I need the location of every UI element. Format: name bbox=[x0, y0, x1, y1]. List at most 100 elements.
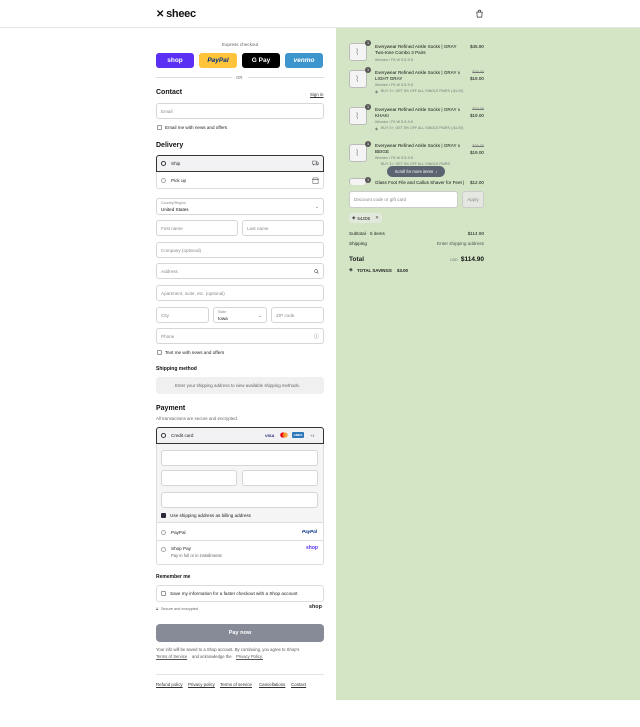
chevron-down-icon: ⌄ bbox=[315, 204, 319, 209]
last-name-field[interactable]: Last name bbox=[242, 220, 324, 236]
pickup-label: Pick up bbox=[171, 178, 187, 183]
first-name-field[interactable]: First name bbox=[156, 220, 238, 236]
save-info-checkbox[interactable] bbox=[161, 591, 166, 596]
x-icon: ✕ bbox=[156, 8, 165, 20]
country-label: Country/Region bbox=[161, 201, 186, 205]
visa-icon: VISA bbox=[265, 433, 275, 438]
name-on-card-field[interactable] bbox=[161, 492, 318, 508]
amex-icon: AMEX bbox=[292, 432, 304, 438]
google-pay-button[interactable]: G Pay bbox=[242, 53, 280, 68]
first-name-placeholder: First name bbox=[161, 226, 183, 231]
product-thumbnail: ⌇ bbox=[349, 70, 367, 88]
address-field[interactable]: Address bbox=[156, 263, 324, 279]
quantity-badge: 1 bbox=[365, 104, 371, 110]
security-code-field[interactable] bbox=[242, 470, 318, 486]
remember-heading: Remember me bbox=[156, 574, 191, 580]
shop-pay-subtitle: Pay in full or in installments bbox=[171, 553, 222, 558]
terms-link[interactable]: Terms of Service bbox=[156, 654, 187, 659]
state-select[interactable]: State Iowa ⌄ bbox=[213, 307, 267, 323]
shop-pay-label: Shop Pay bbox=[171, 546, 191, 551]
secure-label: Secure and encrypted bbox=[161, 607, 199, 611]
currency-label: USD bbox=[450, 258, 459, 262]
help-icon[interactable]: ⓘ bbox=[314, 333, 319, 340]
shop-pay-radio[interactable] bbox=[161, 547, 166, 552]
product-name: Everywear Refined Ankle Socks | GRAY x L… bbox=[375, 70, 461, 81]
compare-price: $20.00 bbox=[472, 70, 484, 74]
close-icon[interactable]: ✕ bbox=[375, 215, 379, 221]
product-variant: Women / Fit W 5.5-9.5 bbox=[375, 83, 413, 87]
quantity-badge: 1 bbox=[365, 67, 371, 73]
phone-field[interactable]: Phone ⓘ bbox=[156, 328, 324, 344]
zip-field[interactable]: ZIP code bbox=[271, 307, 324, 323]
email-field[interactable]: Email bbox=[156, 103, 324, 119]
phone-placeholder: Phone bbox=[161, 334, 175, 339]
last-name-placeholder: Last name bbox=[247, 226, 269, 231]
mastercard-icon bbox=[280, 432, 288, 438]
email-news-label: Email me with news and offers bbox=[165, 125, 228, 130]
truck-icon bbox=[312, 160, 319, 166]
shop-pay-button[interactable]: shop bbox=[156, 53, 194, 68]
ship-radio[interactable] bbox=[161, 161, 166, 166]
contact-heading: Contact bbox=[156, 89, 183, 96]
credit-card-label: Credit card bbox=[171, 433, 194, 438]
product-price: $12.00 bbox=[469, 180, 484, 185]
city-field[interactable]: City bbox=[156, 307, 209, 323]
apartment-placeholder: Apartment, suite, etc. (optional) bbox=[161, 291, 225, 296]
total-value: $114.90 bbox=[460, 256, 484, 263]
discount-placeholder: Discount code or gift card bbox=[354, 197, 407, 202]
site-header: ✕ sheec bbox=[0, 0, 640, 28]
sign-in-link[interactable]: Sign in bbox=[310, 92, 323, 97]
footer-link-terms[interactable]: Terms of service bbox=[220, 682, 252, 687]
email-news-checkbox[interactable] bbox=[157, 125, 162, 130]
quantity-badge: 1 bbox=[365, 40, 371, 46]
save-info-label: Save my information for a faster checkou… bbox=[170, 591, 298, 596]
venmo-button[interactable]: venmo bbox=[285, 53, 323, 68]
paypal-logo: PayPal bbox=[302, 529, 318, 534]
privacy-link[interactable]: Privacy Policy. bbox=[236, 654, 263, 659]
subtotal-value: $114.90 bbox=[467, 231, 484, 236]
credit-card-radio[interactable] bbox=[161, 433, 166, 438]
store-icon bbox=[312, 177, 319, 184]
email-placeholder: Email bbox=[161, 109, 173, 114]
shipping-value: Enter shipping address bbox=[437, 241, 484, 246]
apartment-field[interactable]: Apartment, suite, etc. (optional) bbox=[156, 285, 324, 301]
product-price: $19.00 bbox=[469, 150, 484, 155]
expiration-field[interactable] bbox=[161, 470, 237, 486]
apply-button[interactable]: Apply bbox=[462, 191, 484, 208]
footer-link-privacy[interactable]: Privacy policy bbox=[188, 682, 215, 687]
compare-price: $20.00 bbox=[472, 107, 484, 111]
brand-name: sheec bbox=[166, 8, 196, 20]
pickup-radio[interactable] bbox=[161, 178, 166, 183]
pay-now-button[interactable]: Pay now bbox=[156, 624, 324, 642]
discount-tag: ◈ 54JD5 ✕ bbox=[349, 213, 382, 223]
country-select[interactable]: Country/Region United States ⌄ bbox=[156, 198, 324, 215]
footer-link-refund[interactable]: Refund policy bbox=[156, 682, 183, 687]
billing-same-checkbox[interactable] bbox=[161, 513, 166, 518]
product-discount: BUY 3+, GET 5% OFF ALL SINGLE PAIRS (-$1… bbox=[381, 89, 464, 93]
delivery-heading: Delivery bbox=[156, 142, 184, 149]
divider bbox=[156, 674, 324, 675]
shipping-method-heading: Shipping method bbox=[156, 366, 197, 372]
express-checkout-title: Express checkout bbox=[222, 42, 259, 47]
paypal-button[interactable]: PayPal bbox=[199, 53, 237, 68]
divider bbox=[156, 77, 232, 78]
company-field[interactable]: Company (optional) bbox=[156, 242, 324, 258]
total-label: Total bbox=[349, 256, 365, 263]
brand-logo[interactable]: ✕ sheec bbox=[156, 8, 196, 20]
shopping-bag-icon[interactable] bbox=[475, 9, 484, 18]
savings-label: TOTAL SAVINGS bbox=[357, 268, 392, 273]
footer-link-cancellations[interactable]: Cancellations bbox=[259, 682, 285, 687]
company-placeholder: Company (optional) bbox=[161, 248, 202, 253]
zip-placeholder: ZIP code bbox=[276, 313, 295, 318]
ship-option[interactable] bbox=[156, 155, 324, 172]
footer-link-contact[interactable]: Contact bbox=[291, 682, 306, 687]
scroll-hint-pill[interactable]: Scroll for more items ↓ bbox=[387, 166, 445, 177]
product-discount: BUY 3+, GET 5% OFF ALL SINGLE PAIRS (-$1… bbox=[381, 126, 464, 130]
paypal-label: PayPal bbox=[171, 530, 186, 535]
text-news-checkbox[interactable] bbox=[157, 350, 162, 355]
discount-code-input[interactable]: Discount code or gift card bbox=[349, 191, 458, 208]
paypal-radio[interactable] bbox=[161, 530, 166, 535]
product-price: $19.00 bbox=[469, 113, 484, 118]
card-number-field[interactable] bbox=[161, 450, 318, 466]
quantity-badge: 1 bbox=[365, 141, 371, 147]
